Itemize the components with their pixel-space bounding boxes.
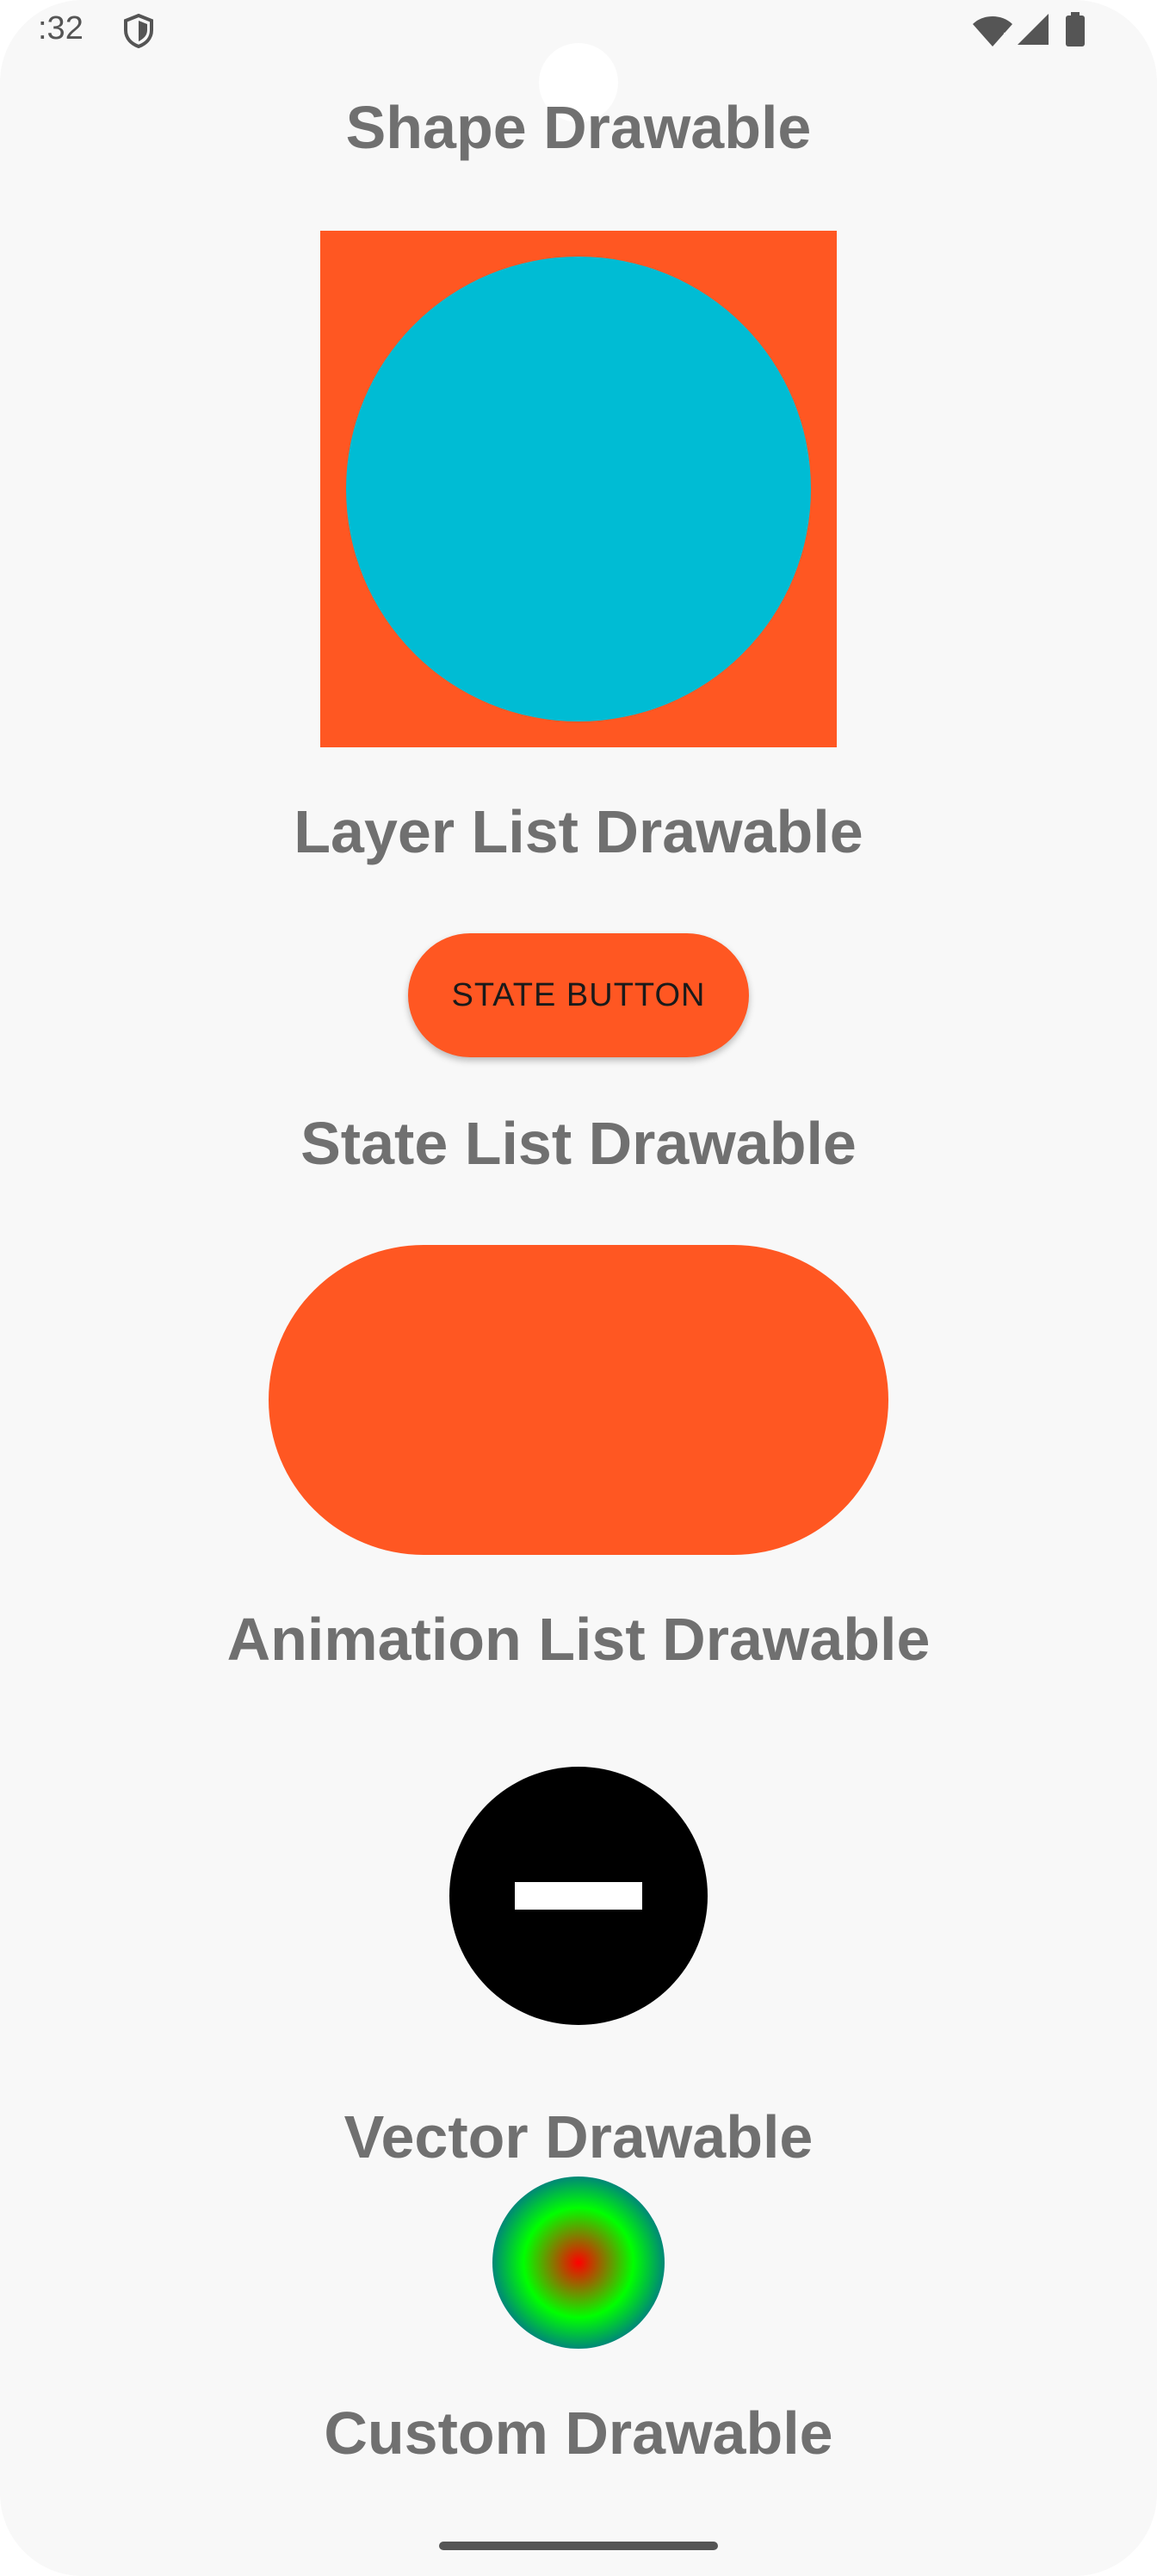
layer-list-drawable-title: Layer List Drawable: [294, 798, 863, 865]
vector-drawable-title: Vector Drawable: [343, 2103, 814, 2170]
signal-icon: [1018, 14, 1049, 45]
state-list-drawable-title: State List Drawable: [300, 1110, 857, 1177]
shape-drawable-circle: [346, 257, 811, 721]
layer-list-drawable-square: [320, 231, 837, 747]
status-bar: :32: [0, 0, 1157, 122]
state-list-drawable-pill: [269, 1245, 888, 1555]
navigation-handle[interactable]: [439, 2542, 718, 2550]
wifi-icon: [973, 16, 1012, 46]
state-button[interactable]: STATE BUTTON: [408, 933, 749, 1057]
gradient-drawable-circle: [492, 2177, 665, 2349]
animation-list-drawable-title: Animation List Drawable: [226, 1606, 931, 1673]
animation-drawable-circle: [449, 1767, 708, 2025]
animation-drawable-bar: [515, 1882, 642, 1910]
shape-drawable-title: Shape Drawable: [345, 94, 812, 161]
status-time: :32: [38, 10, 84, 46]
app-screen: :32 Shape Drawable Layer List Drawable S…: [0, 0, 1157, 2576]
battery-icon: [1066, 12, 1085, 46]
custom-drawable-title: Custom Drawable: [324, 2400, 833, 2467]
shield-icon: [124, 14, 153, 48]
